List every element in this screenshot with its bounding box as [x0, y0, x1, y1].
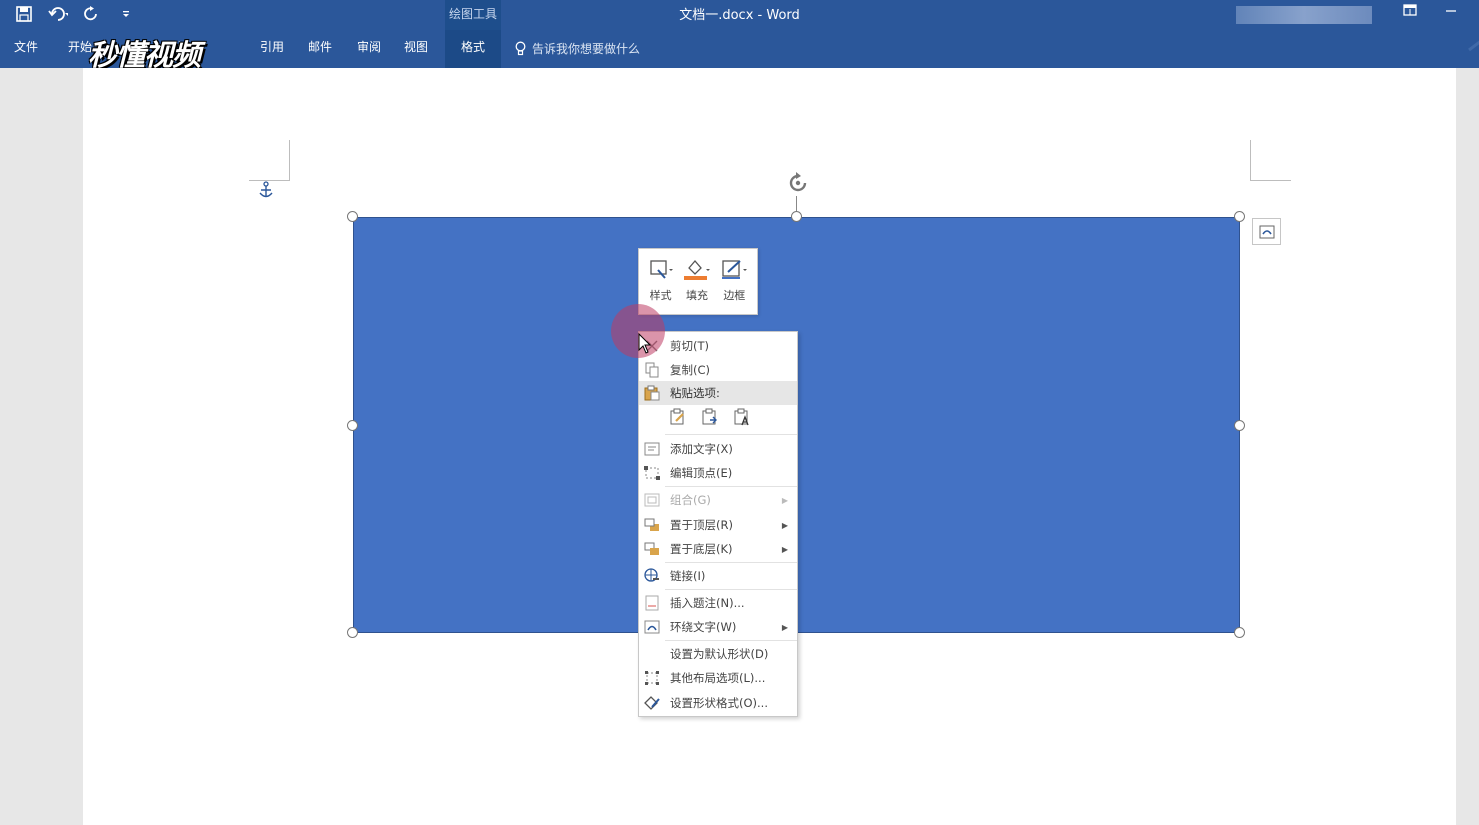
menu-item-insert-caption[interactable]: 插入题注(N)...	[639, 591, 797, 615]
tell-me-text: 告诉我你想要做什么	[532, 42, 641, 56]
paste-keep-source-icon[interactable]	[667, 406, 689, 428]
menu-item-paste-options: 粘贴选项:	[639, 381, 797, 405]
submenu-arrow-icon: ▶	[781, 520, 788, 530]
mini-toolbar: 样式 填充 边框	[638, 248, 758, 315]
ribbon: 绘图工具 文档一.docx - Word 文件 开始 设计 引用 邮件 审阅 视…	[0, 0, 1479, 68]
fill-button[interactable]: 填充	[683, 255, 711, 314]
tell-me-box[interactable]: 告诉我你想要做什么	[515, 40, 640, 57]
layout-icon	[645, 671, 659, 685]
menu-separator	[665, 562, 797, 563]
fill-label: 填充	[685, 289, 708, 302]
menu-item-group[interactable]: 组合(G) ▶	[639, 488, 797, 512]
margin-mark-top-left	[249, 140, 290, 181]
wrap-text-icon	[644, 620, 660, 634]
tab-mailings[interactable]: 邮件	[308, 38, 332, 55]
window-controls	[1403, 4, 1457, 16]
resize-handle-top-left[interactable]	[347, 211, 358, 222]
submenu-arrow-icon: ▶	[781, 495, 788, 505]
fill-bucket-icon	[683, 260, 710, 280]
menu-separator	[665, 640, 797, 641]
menu-separator	[665, 589, 797, 590]
menu-separator	[665, 486, 797, 487]
paste-options-row	[667, 406, 753, 428]
shape-outline-icon	[722, 260, 748, 279]
resize-handle-top[interactable]	[791, 211, 802, 222]
tab-file[interactable]: 文件	[14, 38, 38, 55]
bring-to-front-icon	[644, 518, 659, 531]
menu-item-wrap-text[interactable]: 环绕文字(W) ▶	[639, 615, 797, 639]
resize-handle-right[interactable]	[1234, 420, 1245, 431]
menu-item-more-layout-options[interactable]: 其他布局选项(L)...	[639, 666, 797, 690]
anchor-icon	[259, 181, 273, 198]
paste-merge-icon[interactable]	[699, 406, 721, 428]
send-to-back-icon	[644, 542, 659, 555]
menu-item-edit-points[interactable]: 编辑顶点(E)	[639, 461, 797, 485]
tab-view[interactable]: 视图	[404, 38, 428, 55]
layout-options-button[interactable]	[1252, 218, 1281, 245]
resize-handle-bottom-left[interactable]	[347, 627, 358, 638]
menu-item-add-text[interactable]: 添加文字(X)	[639, 437, 797, 461]
rotate-handle-icon[interactable]	[785, 170, 811, 196]
edit-points-icon	[644, 466, 660, 480]
submenu-arrow-icon: ▶	[781, 622, 788, 632]
menu-item-set-default-shape[interactable]: 设置为默认形状(D)	[639, 642, 797, 666]
menu-item-copy[interactable]: 复制(C)	[639, 358, 797, 382]
minimize-icon[interactable]	[1445, 4, 1457, 16]
group-icon	[644, 493, 660, 507]
tab-references[interactable]: 引用	[260, 38, 284, 55]
mouse-pointer-icon	[638, 333, 652, 354]
style-label: 样式	[649, 289, 672, 302]
menu-item-send-to-back[interactable]: 置于底层(K) ▶	[639, 537, 797, 561]
clipboard-icon	[644, 385, 660, 401]
resize-handle-left[interactable]	[347, 420, 358, 431]
window-title: 文档一.docx - Word	[679, 8, 800, 23]
link-globe-icon	[644, 568, 659, 582]
resize-handle-top-right[interactable]	[1234, 211, 1245, 222]
watermark-logo: 秒懂视频	[88, 38, 201, 68]
context-menu: 剪切(T) 复制(C) 粘贴选项: 添加文字(X) 编辑顶点(E) 组合(G) …	[638, 331, 798, 717]
add-text-icon	[644, 442, 660, 456]
menu-item-bring-to-front[interactable]: 置于顶层(R) ▶	[639, 513, 797, 537]
ribbon-display-options-icon[interactable]	[1403, 4, 1417, 16]
margin-mark-top-right	[1250, 140, 1291, 181]
outline-label: 边框	[723, 289, 746, 302]
lightbulb-icon	[515, 41, 526, 56]
paste-text-only-icon[interactable]	[731, 406, 753, 428]
menu-item-link[interactable]: 链接(I)	[639, 564, 797, 588]
tab-review[interactable]: 审阅	[357, 38, 381, 55]
shape-style-icon	[650, 260, 673, 279]
submenu-arrow-icon: ▶	[781, 544, 788, 554]
caption-icon	[645, 595, 659, 611]
resize-handle-bottom-right[interactable]	[1234, 627, 1245, 638]
tab-format[interactable]: 格式	[445, 30, 501, 68]
format-shape-icon	[644, 696, 660, 710]
menu-separator	[665, 434, 797, 435]
style-button[interactable]: 样式	[648, 255, 674, 314]
copy-icon	[645, 362, 659, 378]
outline-button[interactable]: 边框	[720, 255, 748, 314]
layout-options-icon	[1259, 225, 1274, 238]
menu-item-format-shape[interactable]: 设置形状格式(O)...	[639, 691, 797, 715]
